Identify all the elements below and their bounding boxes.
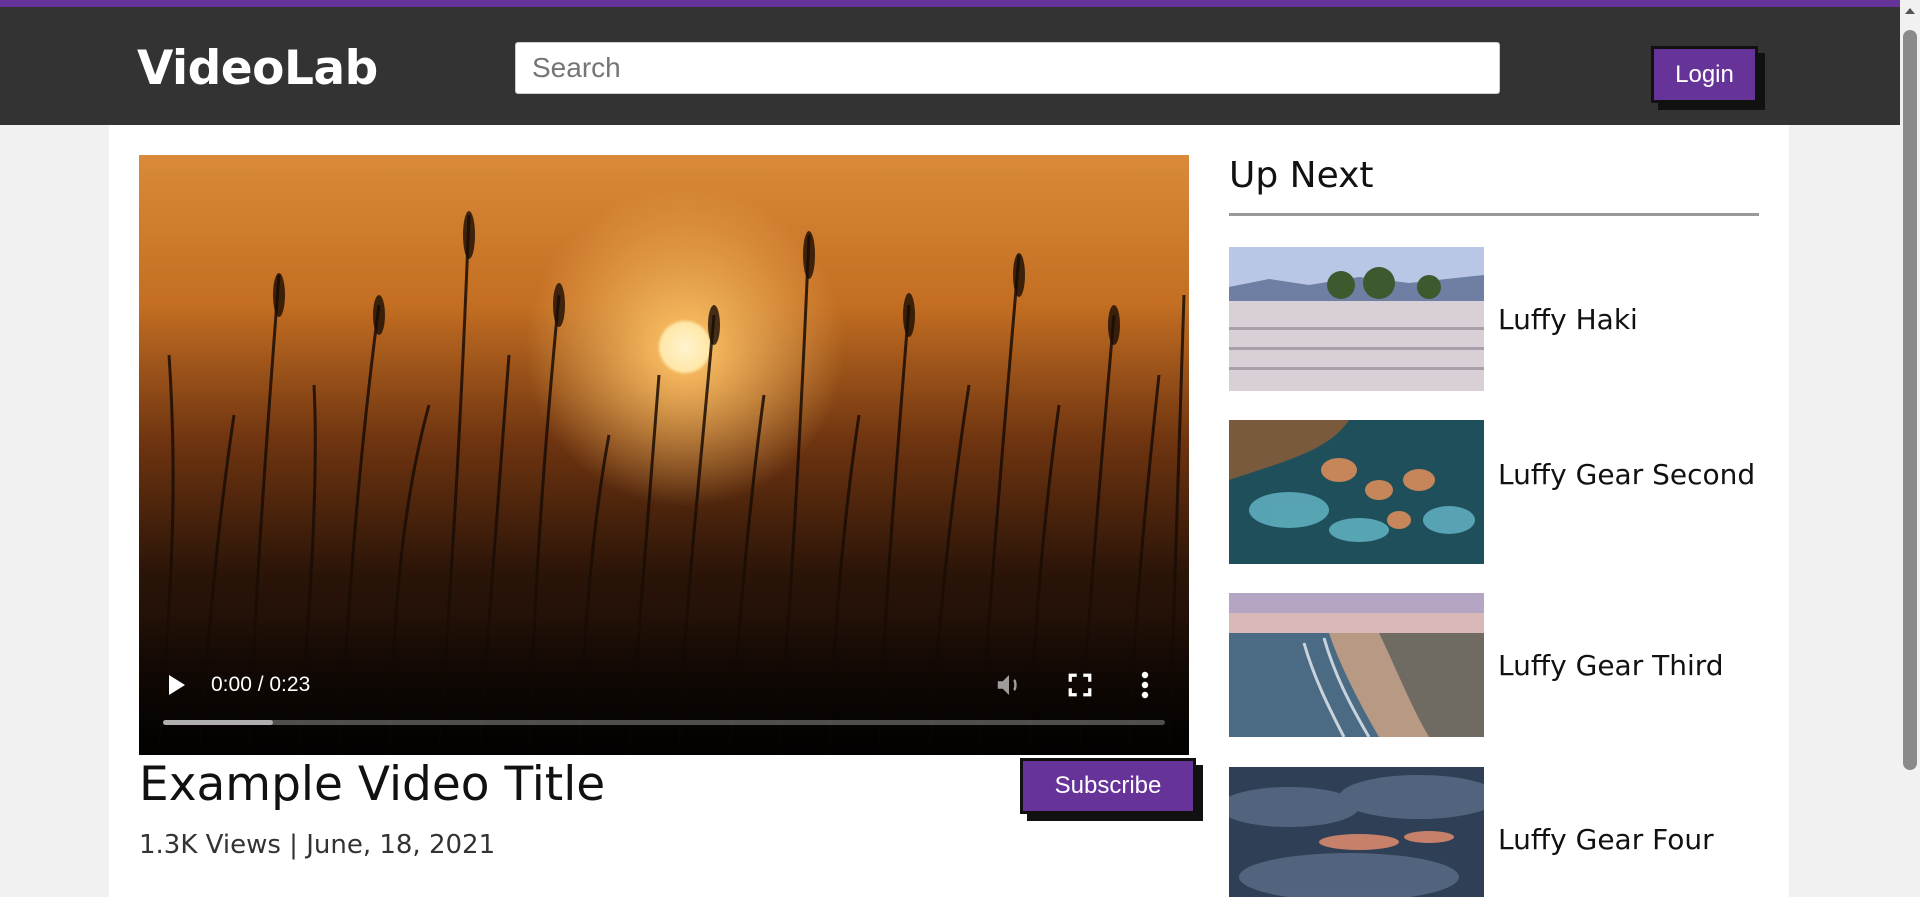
video-title: Example Video Title — [139, 757, 606, 812]
up-next-item[interactable]: Luffy Haki — [1229, 247, 1759, 391]
up-next-item-label: Luffy Gear Second — [1498, 458, 1756, 491]
thumbnail-beach-image — [1229, 593, 1484, 737]
more-vertical-icon[interactable] — [1139, 670, 1151, 700]
scrollbar-thumb[interactable] — [1903, 30, 1917, 770]
site-logo[interactable]: VideoLab — [137, 41, 378, 96]
seek-bar[interactable] — [163, 720, 1165, 725]
playback-time: 0:00 / 0:23 — [211, 673, 311, 696]
top-navigation-bar: VideoLab Login — [0, 0, 1900, 125]
subscribe-button-container: Subscribe — [1020, 758, 1203, 821]
up-next-item-label: Luffy Gear Third — [1498, 649, 1724, 682]
video-meta: 1.3K Views | June, 18, 2021 — [139, 830, 496, 860]
volume-icon[interactable] — [994, 670, 1024, 700]
up-next-heading: Up Next — [1229, 155, 1374, 196]
up-next-item-label: Luffy Gear Four — [1498, 823, 1714, 856]
thumbnail-field-image — [1229, 247, 1484, 391]
fullscreen-icon[interactable] — [1067, 672, 1093, 698]
play-icon[interactable] — [169, 675, 185, 695]
up-next-divider — [1229, 213, 1759, 216]
up-next-item-label: Luffy Haki — [1498, 303, 1638, 336]
search-input[interactable] — [515, 42, 1500, 94]
up-next-item[interactable]: Luffy Gear Four — [1229, 767, 1759, 897]
page-scrollbar[interactable] — [1900, 0, 1920, 897]
thumbnail-ocean-rocks-image — [1229, 420, 1484, 564]
login-button[interactable]: Login — [1651, 46, 1758, 103]
login-button-container: Login — [1651, 46, 1765, 110]
up-next-item[interactable]: Luffy Gear Second — [1229, 420, 1759, 564]
scroll-up-arrow-icon[interactable] — [1905, 8, 1915, 14]
up-next-item[interactable]: Luffy Gear Third — [1229, 593, 1759, 737]
thumbnail-cloudy-sky-image — [1229, 767, 1484, 897]
subscribe-button[interactable]: Subscribe — [1020, 758, 1196, 814]
video-player[interactable]: 0:00 / 0:23 — [139, 155, 1189, 755]
seek-bar-buffered — [163, 720, 274, 725]
